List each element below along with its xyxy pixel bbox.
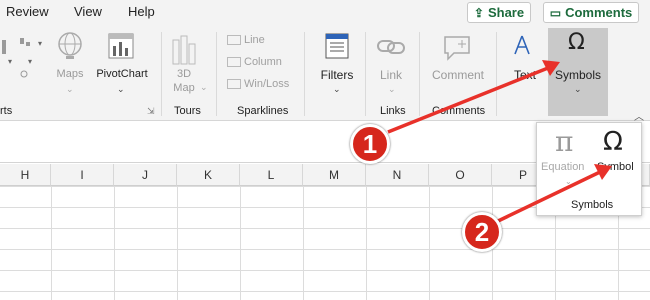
annotation-arrows — [387, 60, 612, 224]
callout-badge-one: 1 — [350, 124, 390, 164]
arrow-one — [387, 66, 549, 134]
callout-badge-two: 2 — [462, 212, 502, 252]
arrow-two — [495, 170, 601, 224]
